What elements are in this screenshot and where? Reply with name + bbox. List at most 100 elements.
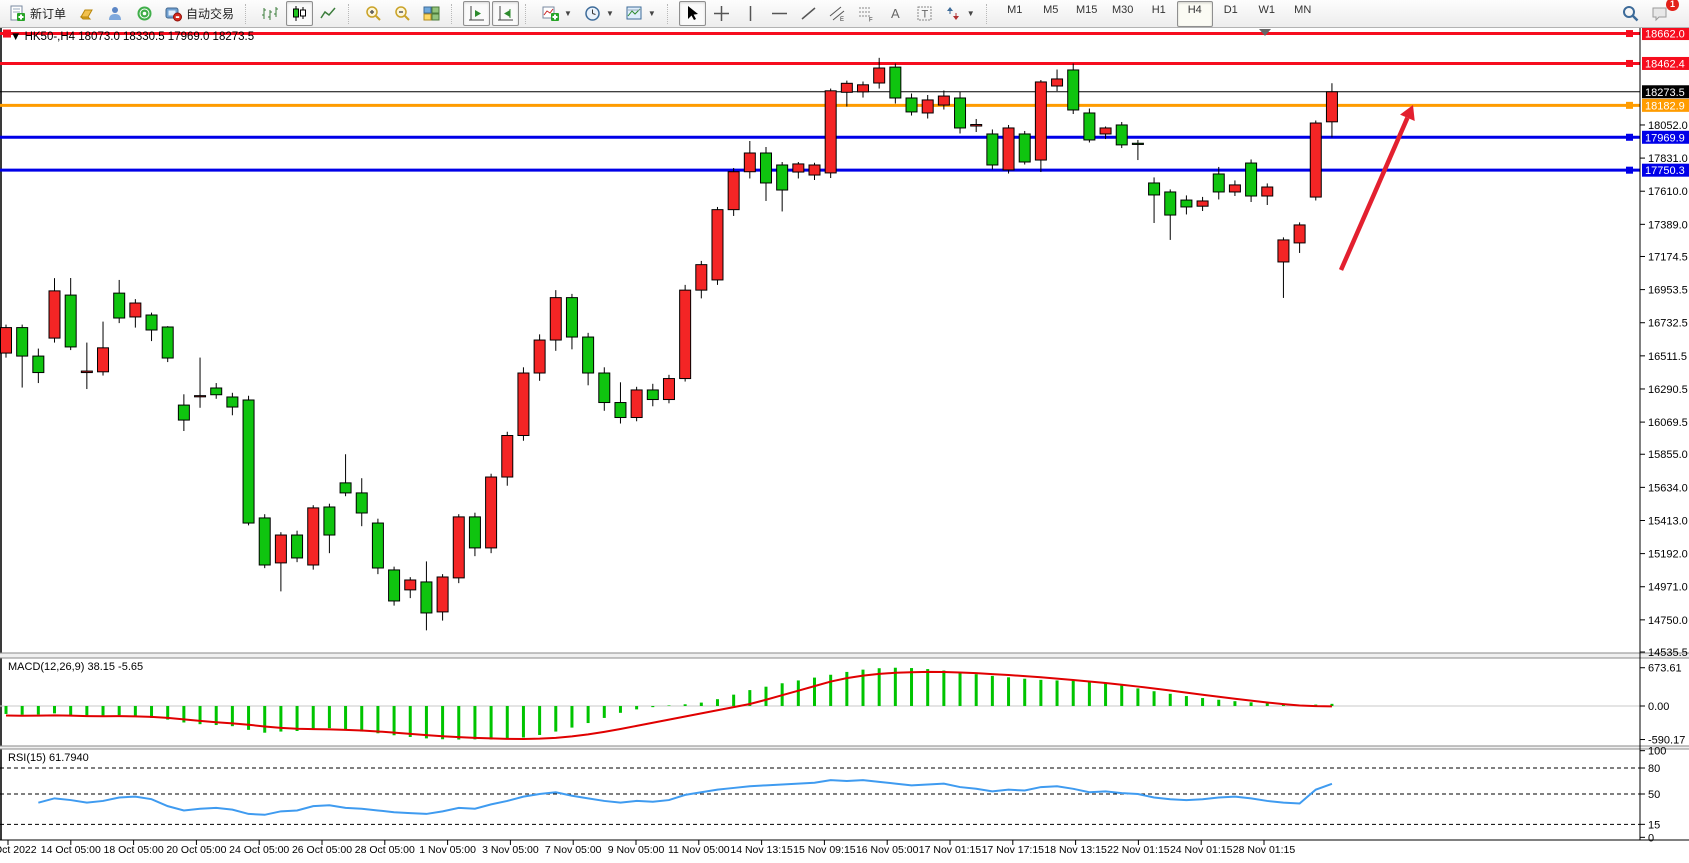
candle-body-down[interactable] bbox=[1149, 183, 1160, 195]
candle-body-up[interactable] bbox=[744, 153, 755, 172]
level-line-handle[interactable] bbox=[1626, 60, 1633, 67]
line-chart-button[interactable] bbox=[315, 1, 342, 26]
crosshair-tool-button[interactable] bbox=[708, 1, 735, 26]
periods-button[interactable]: ▼ bbox=[579, 1, 619, 26]
candle-body-down[interactable] bbox=[211, 388, 222, 395]
candle-body-down[interactable] bbox=[227, 397, 238, 407]
candle-body-down[interactable] bbox=[1084, 113, 1095, 140]
candle-body-up[interactable] bbox=[1035, 82, 1046, 160]
candle-body-down[interactable] bbox=[615, 403, 626, 418]
bar-chart-button[interactable] bbox=[257, 1, 284, 26]
candle-body-up[interactable] bbox=[922, 100, 933, 113]
candle-body-up[interactable] bbox=[1100, 128, 1111, 134]
candle-body-down[interactable] bbox=[647, 390, 658, 400]
candle-body-up[interactable] bbox=[308, 508, 319, 565]
autotrading-button[interactable]: 自动交易 bbox=[160, 1, 239, 26]
text-label-tool-button[interactable]: T bbox=[911, 1, 938, 26]
candle-body-up[interactable] bbox=[1197, 201, 1208, 206]
chart-canvas[interactable]: 18052.017831.017610.017389.017174.516953… bbox=[0, 28, 1689, 863]
candle-body-up[interactable] bbox=[1052, 79, 1063, 86]
candle-body-up[interactable] bbox=[81, 371, 92, 372]
candle-body-up[interactable] bbox=[1310, 123, 1321, 197]
indicators-button[interactable]: ▼ bbox=[537, 1, 577, 26]
candle-body-down[interactable] bbox=[599, 373, 610, 403]
text-tool-button[interactable]: A bbox=[882, 1, 909, 26]
candle-body-up[interactable] bbox=[858, 85, 869, 92]
candle-body-down[interactable] bbox=[955, 98, 966, 128]
candle-body-up[interactable] bbox=[1326, 92, 1337, 122]
candle-body-up[interactable] bbox=[825, 91, 836, 173]
signals-button[interactable] bbox=[131, 1, 158, 26]
fibonacci-tool-button[interactable]: F bbox=[853, 1, 880, 26]
candle-body-up[interactable] bbox=[405, 580, 416, 590]
level-line-handle[interactable] bbox=[1626, 134, 1633, 141]
candle-body-up[interactable] bbox=[938, 96, 949, 105]
candle-body-down[interactable] bbox=[292, 535, 303, 558]
candle-body-down[interactable] bbox=[65, 295, 76, 347]
candlestick-chart-button[interactable] bbox=[286, 1, 313, 26]
candle-body-up[interactable] bbox=[49, 291, 60, 338]
candle-body-down[interactable] bbox=[890, 67, 901, 98]
vertical-line-tool-button[interactable] bbox=[737, 1, 764, 26]
timeframe-button-h4[interactable]: H4 bbox=[1177, 1, 1213, 27]
candle-body-up[interactable] bbox=[437, 577, 448, 612]
candle-body-down[interactable] bbox=[906, 98, 917, 112]
candle-body-up[interactable] bbox=[275, 535, 286, 563]
candle-body-down[interactable] bbox=[1116, 125, 1127, 145]
level-line-handle[interactable] bbox=[1626, 167, 1633, 174]
cursor-tool-button[interactable] bbox=[679, 1, 706, 26]
candle-body-up[interactable] bbox=[195, 396, 206, 397]
new-order-button[interactable]: 新订单 bbox=[4, 1, 71, 26]
chart-shift-button[interactable] bbox=[492, 1, 519, 26]
candle-body-down[interactable] bbox=[421, 582, 432, 613]
candle-body-up[interactable] bbox=[1, 328, 12, 353]
notifications-button[interactable]: 1 bbox=[1646, 1, 1673, 26]
timeframe-button-w1[interactable]: W1 bbox=[1249, 1, 1285, 27]
candle-body-down[interactable] bbox=[178, 405, 189, 420]
templates-button[interactable]: ▼ bbox=[621, 1, 661, 26]
community-button[interactable] bbox=[102, 1, 129, 26]
candle-body-down[interactable] bbox=[777, 165, 788, 190]
candle-body-down[interactable] bbox=[1019, 134, 1030, 162]
candle-body-down[interactable] bbox=[17, 328, 28, 356]
candle-body-down[interactable] bbox=[340, 483, 351, 493]
candle-body-down[interactable] bbox=[243, 400, 254, 523]
candle-body-up[interactable] bbox=[502, 436, 513, 478]
candle-body-down[interactable] bbox=[1181, 200, 1192, 207]
candle-body-down[interactable] bbox=[583, 337, 594, 373]
candle-body-up[interactable] bbox=[1262, 187, 1273, 196]
tile-windows-button[interactable] bbox=[418, 1, 445, 26]
candle-body-down[interactable] bbox=[146, 315, 157, 330]
timeframe-button-m1[interactable]: M1 bbox=[997, 1, 1033, 27]
timeframe-button-mn[interactable]: MN bbox=[1285, 1, 1321, 27]
candle-body-up[interactable] bbox=[1003, 128, 1014, 170]
zoom-out-button[interactable] bbox=[389, 1, 416, 26]
candle-body-down[interactable] bbox=[259, 518, 270, 565]
candle-body-up[interactable] bbox=[809, 165, 820, 175]
candle-body-up[interactable] bbox=[663, 379, 674, 400]
channel-tool-button[interactable]: E bbox=[824, 1, 851, 26]
candle-body-up[interactable] bbox=[728, 172, 739, 210]
candle-body-down[interactable] bbox=[1246, 163, 1257, 196]
candle-body-up[interactable] bbox=[793, 164, 804, 172]
candle-body-down[interactable] bbox=[389, 570, 400, 601]
timeframe-button-m5[interactable]: M5 bbox=[1033, 1, 1069, 27]
candle-body-up[interactable] bbox=[453, 517, 464, 578]
arrows-tool-button[interactable]: ▼ bbox=[940, 1, 980, 26]
candle-body-up[interactable] bbox=[971, 125, 982, 126]
market-button[interactable] bbox=[73, 1, 100, 26]
auto-scroll-button[interactable] bbox=[463, 1, 490, 26]
candle-body-down[interactable] bbox=[114, 293, 125, 318]
trend-arrow-line[interactable] bbox=[1341, 118, 1407, 270]
timeframe-button-m15[interactable]: M15 bbox=[1069, 1, 1105, 27]
candle-body-down[interactable] bbox=[760, 153, 771, 183]
candle-body-down[interactable] bbox=[987, 134, 998, 165]
candle-body-up[interactable] bbox=[98, 348, 109, 372]
candle-body-up[interactable] bbox=[518, 373, 529, 435]
candle-body-down[interactable] bbox=[372, 523, 383, 568]
candle-body-up[interactable] bbox=[130, 303, 141, 317]
candle-body-up[interactable] bbox=[1278, 240, 1289, 262]
candle-body-down[interactable] bbox=[566, 298, 577, 337]
candle-body-up[interactable] bbox=[550, 298, 561, 340]
timeframe-button-d1[interactable]: D1 bbox=[1213, 1, 1249, 27]
